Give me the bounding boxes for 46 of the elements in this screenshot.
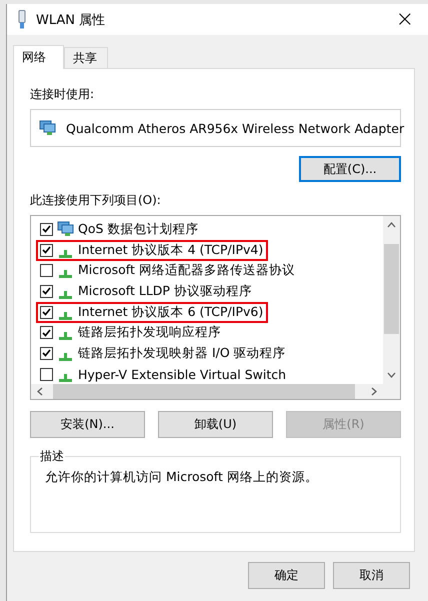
network-monitor-icon: [39, 120, 56, 136]
checkbox[interactable]: [40, 222, 53, 236]
section-label: 连接时使用:: [30, 87, 96, 101]
window-title: WLAN 属性: [36, 12, 106, 28]
scroll-up-icon[interactable]: [387, 222, 396, 228]
network-monitor-icon: [57, 221, 74, 238]
item-button[interactable]: 安装(N)...: [30, 411, 145, 438]
tab[interactable]: 共享: [64, 47, 108, 68]
checkbox[interactable]: [40, 346, 53, 360]
list-item[interactable]: Internet 协议版本 4 (TCP/IPv4): [78, 242, 264, 259]
checkbox[interactable]: [40, 368, 53, 381]
list-item[interactable]: Microsoft 网络适配器多路传送器协议: [78, 262, 295, 280]
network-protocol-icon: [59, 290, 72, 299]
network-protocol-icon: [59, 250, 72, 258]
checkbox[interactable]: [40, 244, 53, 257]
scroll-left-icon[interactable]: [37, 387, 43, 396]
section-label: 此连接使用下列项目(O):: [30, 193, 162, 207]
scrollbar-thumb[interactable]: [384, 244, 399, 334]
scroll-down-icon[interactable]: [387, 372, 396, 378]
checkbox[interactable]: [40, 306, 53, 319]
network-protocol-icon: [59, 270, 72, 278]
network-protocol-icon: [59, 352, 72, 361]
group-label: 描述: [39, 448, 65, 465]
adapter-name: Qualcomm Atheros AR956x Wireless Network Adapter: [66, 120, 404, 136]
network-protocol-icon: [59, 332, 72, 340]
list-item[interactable]: 链路层拓扑发现响应程序: [78, 324, 221, 342]
configure-button[interactable]: 配置(C)...: [299, 156, 401, 182]
scroll-right-icon[interactable]: [371, 387, 377, 396]
dialog-button[interactable]: 确定: [248, 562, 325, 589]
list-item[interactable]: Hyper-V Extensible Virtual Switch: [78, 366, 286, 382]
checkbox[interactable]: [40, 284, 53, 298]
list-item[interactable]: 链路层拓扑发现映射器 I/O 驱动程序: [78, 344, 286, 362]
item-button[interactable]: 卸载(U): [158, 411, 273, 438]
network-protocol-icon: [59, 374, 72, 382]
list-item[interactable]: QoS 数据包计划程序: [78, 220, 198, 238]
checkbox[interactable]: [40, 326, 53, 340]
list-item[interactable]: Internet 协议版本 6 (TCP/IPv6): [78, 304, 264, 321]
list-item[interactable]: Microsoft LLDP 协议驱动程序: [78, 282, 252, 300]
checkbox[interactable]: [40, 264, 53, 278]
network-protocol-icon: [59, 312, 72, 320]
description-text: 允许你的计算机访问 Microsoft 网络上的资源。: [45, 469, 319, 486]
scrollbar-thumb[interactable]: [53, 384, 355, 399]
wireless-adapter-icon: [17, 10, 27, 30]
tab[interactable]: 网络: [13, 45, 64, 69]
close-button[interactable]: ×: [392, 8, 418, 30]
dialog-button[interactable]: 取消: [333, 562, 410, 589]
